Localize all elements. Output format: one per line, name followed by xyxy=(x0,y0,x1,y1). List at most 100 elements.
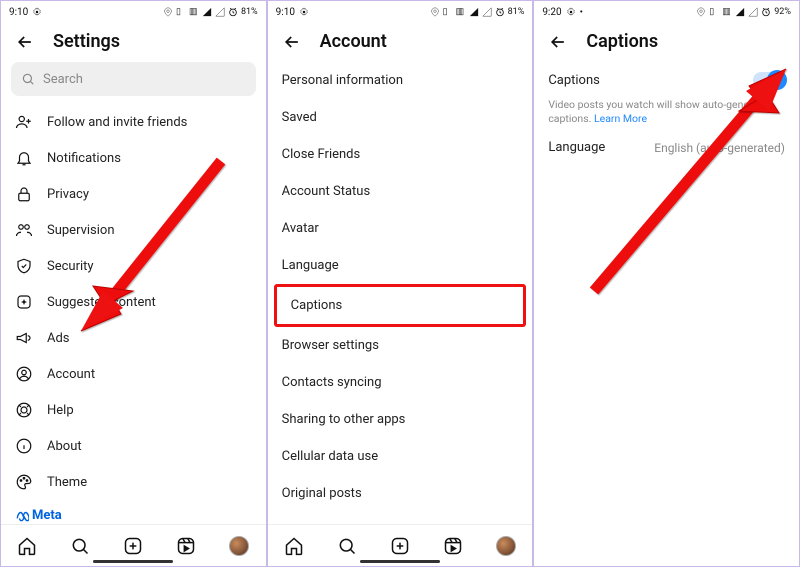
shield-icon xyxy=(15,257,33,275)
signal-icon xyxy=(202,7,212,17)
settings-item-supervision[interactable]: Supervision xyxy=(1,212,266,248)
vibrate-icon: ▯ xyxy=(709,7,719,17)
settings-item-help[interactable]: Help xyxy=(1,392,266,428)
nav-create[interactable] xyxy=(123,536,143,556)
nav-reels[interactable] xyxy=(176,536,196,556)
toggle-knob xyxy=(767,70,787,90)
status-bar: 9:10 ▯ ▥ 81% xyxy=(1,1,266,21)
status-time: 9:10 xyxy=(276,7,295,18)
status-battery: 81% xyxy=(241,7,258,17)
nav-profile[interactable] xyxy=(229,536,249,556)
account-item-language[interactable]: Language xyxy=(268,247,533,284)
users-icon xyxy=(15,221,33,239)
account-item-saved[interactable]: Saved xyxy=(268,99,533,136)
back-button[interactable] xyxy=(282,32,302,52)
settings-item-about[interactable]: About xyxy=(1,428,266,464)
page-title: Settings xyxy=(53,31,120,52)
language-label: Language xyxy=(548,140,605,155)
settings-item-privacy[interactable]: Privacy xyxy=(1,176,266,212)
search-input[interactable]: Search xyxy=(11,62,256,96)
nav-search[interactable] xyxy=(70,536,90,556)
meta-block: Meta Accounts Center Control settings fo… xyxy=(1,500,266,524)
settings-item-security[interactable]: Security xyxy=(1,248,266,284)
settings-item-notifications[interactable]: Notifications xyxy=(1,140,266,176)
settings-item-ads[interactable]: Ads xyxy=(1,320,266,356)
settings-item-suggested[interactable]: Suggested content xyxy=(1,284,266,320)
account-item-sharing[interactable]: Sharing to other apps xyxy=(268,401,533,438)
lifebuoy-icon xyxy=(15,401,33,419)
vibrate-icon: ▯ xyxy=(176,7,186,17)
status-battery: 81% xyxy=(508,7,525,17)
header: Account xyxy=(268,21,533,62)
account-item-account-status[interactable]: Account Status xyxy=(268,173,533,210)
search-placeholder: Search xyxy=(43,72,83,87)
learn-more-link[interactable]: Learn More xyxy=(594,112,647,125)
gear-icon xyxy=(566,7,576,17)
back-button[interactable] xyxy=(15,32,35,52)
account-item-verification[interactable]: Request verification xyxy=(268,512,533,524)
status-bar: 9:10 ▯ ▥ 81% xyxy=(268,1,533,21)
settings-item-follow[interactable]: Follow and invite friends xyxy=(1,104,266,140)
language-row[interactable]: Language English (auto-generated) xyxy=(534,126,799,169)
search-icon xyxy=(21,72,35,86)
gesture-bar xyxy=(360,560,440,563)
back-button[interactable] xyxy=(548,32,568,52)
status-bar: 9:20 • ▯ ▥ 92% xyxy=(534,1,799,21)
alarm-icon xyxy=(228,7,238,17)
account-list: Personal information Saved Close Friends… xyxy=(268,62,533,524)
header: Captions xyxy=(534,21,799,62)
sim-icon: ▥ xyxy=(189,7,199,17)
screen-account: 9:10 ▯ ▥ 81% Account Personal informatio… xyxy=(267,0,534,567)
gear-icon xyxy=(32,7,42,17)
captions-toggle[interactable] xyxy=(753,72,785,88)
avatar-icon xyxy=(229,536,249,556)
dot-icon: • xyxy=(580,7,590,17)
screen-captions: 9:20 • ▯ ▥ 92% Captions Captions xyxy=(533,0,800,567)
page-title: Account xyxy=(320,31,387,52)
account-item-cellular[interactable]: Cellular data use xyxy=(268,438,533,475)
account-item-avatar[interactable]: Avatar xyxy=(268,210,533,247)
gear-icon xyxy=(299,7,309,17)
account-item-original[interactable]: Original posts xyxy=(268,475,533,512)
status-battery: 92% xyxy=(774,7,791,17)
captions-description: Video posts you watch will show auto-gen… xyxy=(534,98,799,126)
location-icon xyxy=(696,7,706,17)
page-title: Captions xyxy=(586,31,658,52)
language-value: English (auto-generated) xyxy=(654,141,785,155)
lock-icon xyxy=(15,185,33,203)
account-item-close-friends[interactable]: Close Friends xyxy=(268,136,533,173)
alarm-icon xyxy=(761,7,771,17)
signal-icon-2 xyxy=(482,7,492,17)
header: Settings xyxy=(1,21,266,62)
nav-home[interactable] xyxy=(284,536,304,556)
nav-create[interactable] xyxy=(390,536,410,556)
nav-profile[interactable] xyxy=(496,536,516,556)
location-icon xyxy=(430,7,440,17)
nav-search[interactable] xyxy=(337,536,357,556)
info-icon xyxy=(15,437,33,455)
screen-settings: 9:10 ▯ ▥ 81% Settings Search xyxy=(0,0,267,567)
status-time: 9:10 xyxy=(9,7,28,18)
signal-icon-2 xyxy=(215,7,225,17)
status-time: 9:20 xyxy=(542,7,561,18)
palette-icon xyxy=(15,473,33,491)
signal-icon xyxy=(469,7,479,17)
account-item-browser[interactable]: Browser settings xyxy=(268,327,533,364)
account-item-contacts[interactable]: Contacts syncing xyxy=(268,364,533,401)
nav-home[interactable] xyxy=(17,536,37,556)
account-item-captions[interactable]: Captions xyxy=(274,284,527,327)
vibrate-icon: ▯ xyxy=(443,7,453,17)
nav-reels[interactable] xyxy=(443,536,463,556)
user-plus-icon xyxy=(15,113,33,131)
gesture-bar xyxy=(93,560,173,563)
settings-item-account[interactable]: Account xyxy=(1,356,266,392)
meta-logo: Meta xyxy=(15,508,252,523)
location-icon xyxy=(163,7,173,17)
settings-item-theme[interactable]: Theme xyxy=(1,464,266,500)
account-item-personal-info[interactable]: Personal information xyxy=(268,62,533,99)
signal-icon xyxy=(735,7,745,17)
captions-label: Captions xyxy=(548,73,600,88)
user-circle-icon xyxy=(15,365,33,383)
sim-icon: ▥ xyxy=(456,7,466,17)
signal-icon-2 xyxy=(748,7,758,17)
